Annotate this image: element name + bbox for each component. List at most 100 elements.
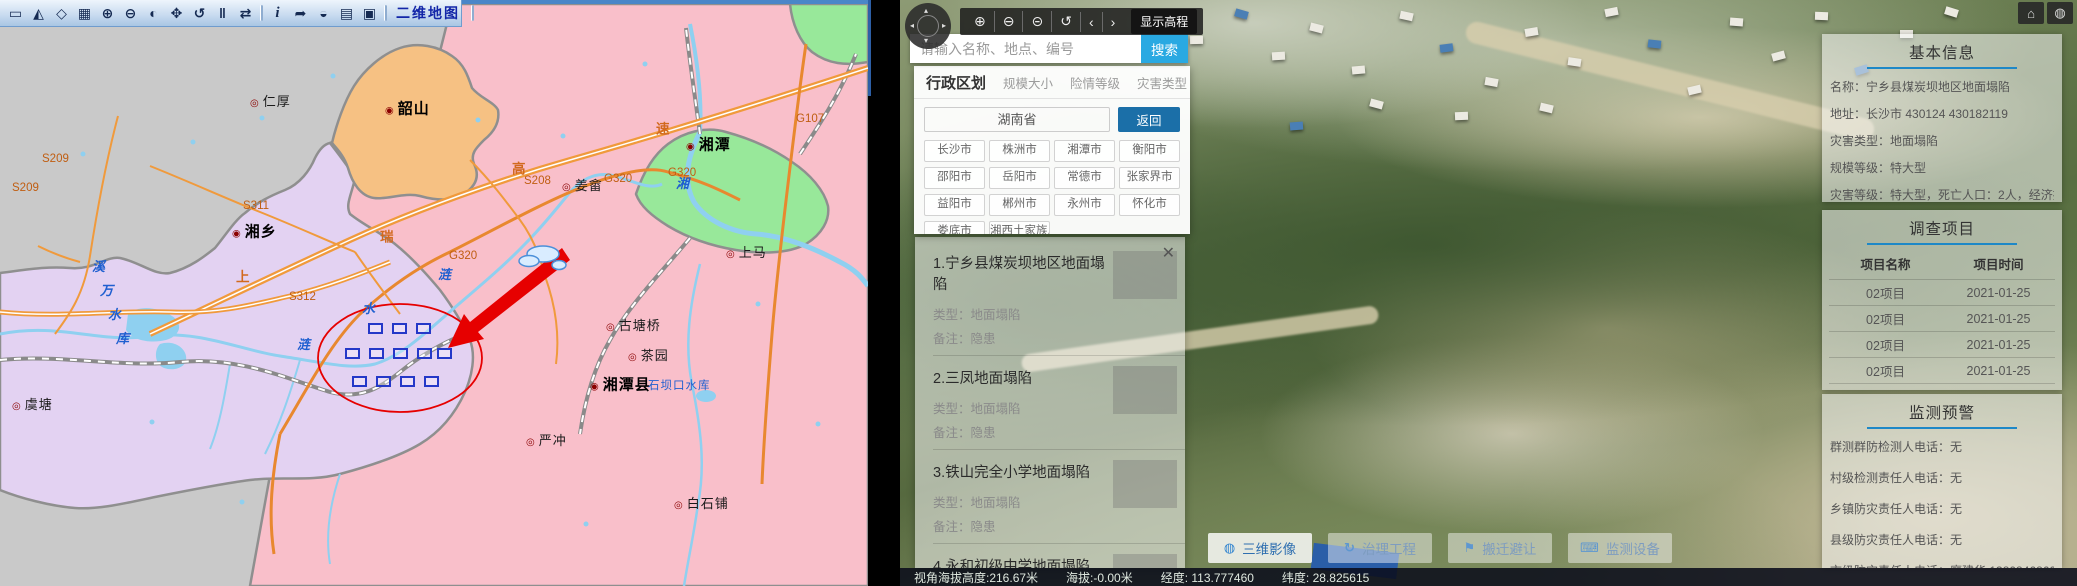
zoom-in-icon[interactable]: ⊕ — [96, 3, 119, 24]
button-icon: ◍ — [1224, 540, 1235, 556]
map-label: 上 — [236, 266, 251, 287]
map-2d-canvas[interactable]: ◎仁厚◉韶山◉湘乡◉湘潭◎姜畲◎上马◎古塘桥◎茶园◉湘潭县◎严冲◎白石铺◎虞塘S… — [0, 4, 868, 586]
map-2d-window: ◎仁厚◉韶山◉湘乡◉湘潭◎姜畲◎上马◎古塘桥◎茶园◉湘潭县◎严冲◎白石铺◎虞塘S… — [0, 0, 868, 586]
map-label: 湘 — [676, 173, 690, 193]
map-mode-label: 二维地图 — [396, 3, 460, 23]
pause-icon[interactable]: ‖ — [211, 3, 234, 24]
show-elevation-button[interactable]: 显示高程 — [1131, 9, 1197, 34]
02项目[interactable]: 02项目2021-01-25 — [1829, 305, 2055, 331]
city-button[interactable]: 邵阳市 — [924, 167, 985, 189]
place-marker-icon: ◎ — [628, 352, 637, 363]
map-label: 涟 — [297, 334, 311, 354]
map-label: 瑞 — [380, 226, 395, 247]
zoom-out-icon[interactable]: ⊖ — [994, 11, 1023, 32]
search-button[interactable]: 搜索 — [1141, 34, 1188, 63]
city-button[interactable]: 岳阳市 — [989, 167, 1050, 189]
measure-area-icon[interactable]: ◭ — [27, 3, 50, 24]
map-label: G107 — [796, 109, 824, 127]
province-select[interactable]: 湖南省 — [924, 107, 1110, 132]
toolbar-buttons: ▭◭◇▦⊕⊖◐✥↺‖⇄ i➦◒▤▣ — [4, 3, 390, 24]
save-icon[interactable]: ▤ — [335, 3, 358, 24]
zoom-previous-icon[interactable]: ↺ — [188, 3, 211, 24]
02项目[interactable]: 02项目2021-01-25 — [1829, 331, 2055, 357]
close-icon[interactable]: ✕ — [1162, 243, 1175, 263]
btn-treatment-project[interactable]: ↻治理工程 — [1328, 533, 1432, 563]
grid-icon[interactable]: ▦ — [73, 3, 96, 24]
pan-west-icon[interactable]: ◂ — [910, 22, 914, 30]
compass-control[interactable]: ▴ ▾ ◂ ▸ — [905, 3, 951, 49]
globe-icon[interactable]: ◍ — [2047, 2, 2073, 24]
status-item: 海拔:-0.00米 — [1066, 569, 1133, 586]
full-extent-icon[interactable]: ◐ — [142, 3, 165, 24]
btn-monitor-devices[interactable]: ⌨监测设备 — [1568, 533, 1672, 563]
map-label: G320 — [604, 169, 632, 187]
city-button[interactable]: 益阳市 — [924, 194, 985, 216]
toolbar-icon — [384, 5, 387, 21]
reset-view-icon[interactable]: ↺ — [1051, 11, 1080, 32]
filter-tab[interactable]: 险情等级 — [1070, 73, 1120, 92]
list-item[interactable]: 2.三凤地面塌陷 类型：地面塌陷 备注：隐患 — [933, 356, 1185, 450]
btn-relocation[interactable]: ⚑搬迁避让 — [1448, 533, 1552, 563]
province-row: 湖南省 返回 — [914, 99, 1190, 135]
house-3d — [1440, 43, 1454, 53]
pan-icon[interactable]: ✥ — [165, 3, 188, 24]
city-button[interactable]: 衡阳市 — [1119, 140, 1180, 162]
panel-title-underline — [1867, 67, 2017, 69]
filter-tab[interactable]: 规模大小 — [1003, 73, 1053, 92]
swap-view-icon[interactable]: ⇄ — [234, 3, 257, 24]
place-marker-icon: ◉ — [385, 106, 394, 117]
disaster-list-panel: ✕ 1.宁乡县煤炭坝地区地面塌陷 类型：地面塌陷 备注：隐患 2.三凤地面塌陷 … — [915, 237, 1185, 568]
monitor-warning-panel: 监测预警 群测群防检测人电话：无村级检测责任人电话：无乡镇防灾责任人电话：无县级… — [1822, 394, 2062, 568]
zoom-in-icon[interactable]: ⊕ — [966, 11, 994, 32]
map-label: S209 — [42, 149, 69, 167]
measure-polygon-icon[interactable]: ◇ — [50, 3, 73, 24]
identify-icon[interactable]: i — [266, 3, 289, 24]
02项目[interactable]: 02项目2021-01-25 — [1829, 383, 2055, 390]
list-item[interactable]: 3.铁山完全小学地面塌陷 类型：地面塌陷 备注：隐患 — [933, 450, 1185, 544]
city-button[interactable]: 湘潭市 — [1054, 140, 1115, 162]
disaster-thumbnail[interactable] — [1113, 460, 1177, 508]
list-item[interactable]: 1.宁乡县煤炭坝地区地面塌陷 类型：地面塌陷 备注：隐患 — [933, 241, 1185, 356]
city-button[interactable]: 长沙市 — [924, 140, 985, 162]
city-button[interactable]: 常德市 — [1054, 167, 1115, 189]
map-label: ◎古塘桥 — [606, 315, 661, 335]
terrain-trail — [1464, 20, 1877, 143]
city-button[interactable]: 永州市 — [1054, 194, 1115, 216]
app-root: ◎仁厚◉韶山◉湘乡◉湘潭◎姜畲◎上马◎古塘桥◎茶园◉湘潭县◎严冲◎白石铺◎虞塘S… — [0, 0, 2077, 586]
city-button[interactable]: 株洲市 — [989, 140, 1050, 162]
disaster-thumbnail[interactable] — [1113, 366, 1177, 414]
house-3d — [1190, 36, 1203, 44]
prev-view-icon[interactable]: ‹ — [1080, 12, 1102, 32]
city-button[interactable]: 张家界市 — [1119, 167, 1180, 189]
export-icon[interactable]: ➦ — [289, 3, 312, 24]
zoom-out-icon[interactable]: ⊖ — [119, 3, 142, 24]
map-label: S209 — [12, 178, 39, 196]
pan-east-icon[interactable]: ▸ — [942, 22, 946, 30]
list-item[interactable]: 4.永和初级中学地面塌陷 类型：地面塌陷 备注：隐患 — [933, 544, 1185, 568]
btn-3d-imagery[interactable]: ◍三维影像 — [1208, 533, 1312, 563]
02项目[interactable]: 02项目2021-01-25 — [1829, 279, 2055, 305]
fit-view-icon[interactable]: ⊝ — [1022, 11, 1051, 32]
back-button[interactable]: 返回 — [1118, 107, 1180, 132]
filter-tab[interactable]: 灾害类型 — [1137, 73, 1187, 92]
next-view-icon[interactable]: › — [1102, 12, 1124, 32]
disaster-title: 2.三凤地面塌陷 — [933, 367, 1109, 388]
pan-south-icon[interactable]: ▾ — [924, 37, 928, 45]
download-icon[interactable]: ◒ — [312, 3, 335, 24]
city-button[interactable]: 娄底市 — [924, 221, 985, 234]
house-3d — [1648, 39, 1662, 48]
city-button[interactable]: 湘西土家族... — [989, 221, 1050, 234]
home-icon[interactable]: ⌂ — [2018, 2, 2044, 24]
print-icon[interactable]: ▣ — [358, 3, 381, 24]
filter-tab[interactable]: 行政区划 — [926, 72, 986, 93]
house-3d — [1568, 57, 1582, 67]
mine-symbol — [393, 348, 408, 359]
city-button[interactable]: 怀化市 — [1119, 194, 1180, 216]
disaster-thumbnail[interactable] — [1113, 554, 1177, 568]
map-label: ◉湘乡 — [232, 221, 277, 242]
city-button[interactable]: 郴州市 — [989, 194, 1050, 216]
measure-distance-icon[interactable]: ▭ — [4, 3, 27, 24]
02项目[interactable]: 02项目2021-01-25 — [1829, 357, 2055, 383]
pan-north-icon[interactable]: ▴ — [924, 7, 928, 15]
house-3d — [1604, 7, 1618, 17]
